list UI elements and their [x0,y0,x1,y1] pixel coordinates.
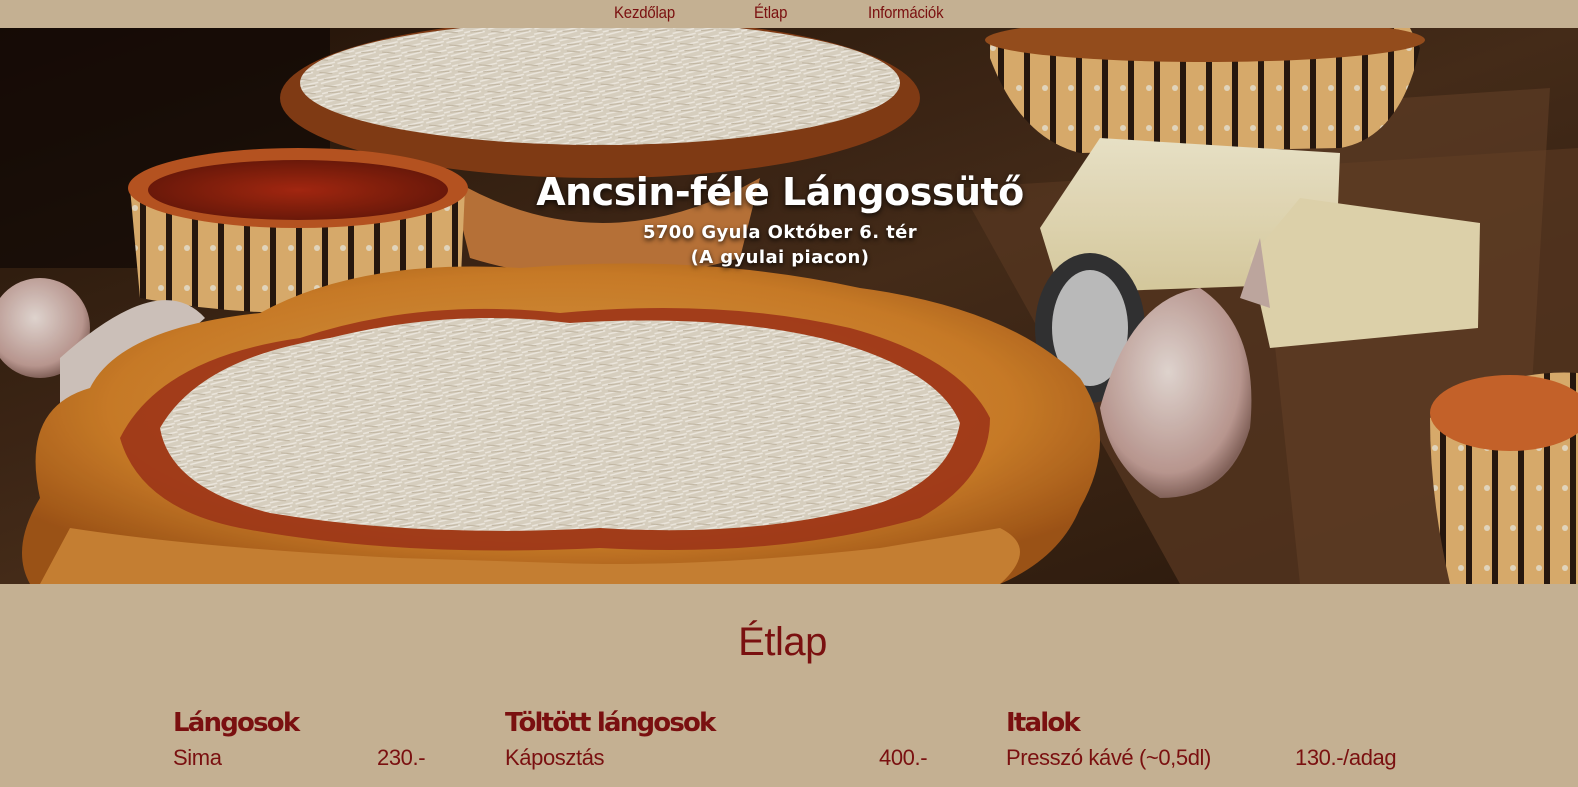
nav-link-home[interactable]: Kezdőlap [614,3,675,23]
top-nav: Kezdőlap Étlap Információk [0,0,1578,28]
menu-item-name: Káposztás [505,745,605,770]
menu-item-price: 230.- [377,745,426,770]
hero-food-image [0,28,1578,584]
menu-column-heading: Töltött lángosok [505,708,716,738]
hero-title: Ancsin-féle Lángossütő [536,170,1024,214]
menu-item-price: 130.-/adag [1295,745,1397,770]
menu-column-heading: Lángosok [173,708,300,738]
hero-location-note: (A gyulai piacon) [690,247,870,268]
menu-title: Étlap [738,620,827,664]
menu-item-name: Sima [173,745,222,770]
menu-column-heading: Italok [1006,708,1081,738]
menu-item-name: Presszó kávé (~0,5dl) [1006,745,1211,770]
nav-link-info[interactable]: Információk [868,3,944,23]
nav-link-menu[interactable]: Étlap [754,3,787,23]
hero-address: 5700 Gyula Október 6. tér [642,222,918,243]
hero-banner: Ancsin-féle Lángossütő 5700 Gyula Októbe… [0,28,1578,584]
menu-item-price: 400.- [879,745,928,770]
